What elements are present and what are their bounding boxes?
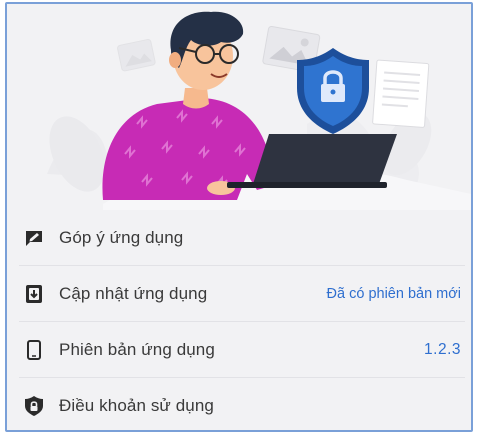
menu-item-feedback[interactable]: Góp ý ứng dụng xyxy=(19,210,465,266)
menu-item-terms-label: Điều khoản sử dụng xyxy=(59,395,214,415)
menu-item-update[interactable]: Cập nhật ứng dụng Đã có phiên bản mới xyxy=(19,266,465,322)
feedback-icon xyxy=(23,227,45,249)
menu-item-update-label: Cập nhật ứng dụng xyxy=(59,283,208,303)
app-panel: Góp ý ứng dụng Cập nhật ứng dụng Đã có p… xyxy=(5,2,473,432)
shield-lock-icon xyxy=(23,395,45,417)
phone-icon xyxy=(23,339,45,361)
security-illustration xyxy=(47,11,471,210)
update-icon xyxy=(23,283,45,305)
menu-item-version-label: Phiên bản ứng dụng xyxy=(59,339,215,359)
app-version-value: 1.2.3 xyxy=(424,340,461,358)
update-status-link[interactable]: Đã có phiên bản mới xyxy=(327,286,461,302)
settings-menu: Góp ý ứng dụng Cập nhật ứng dụng Đã có p… xyxy=(7,210,471,430)
menu-item-feedback-label: Góp ý ứng dụng xyxy=(59,227,184,247)
menu-item-terms[interactable]: Điều khoản sử dụng xyxy=(19,378,465,430)
menu-item-version[interactable]: Phiên bản ứng dụng 1.2.3 xyxy=(19,322,465,378)
